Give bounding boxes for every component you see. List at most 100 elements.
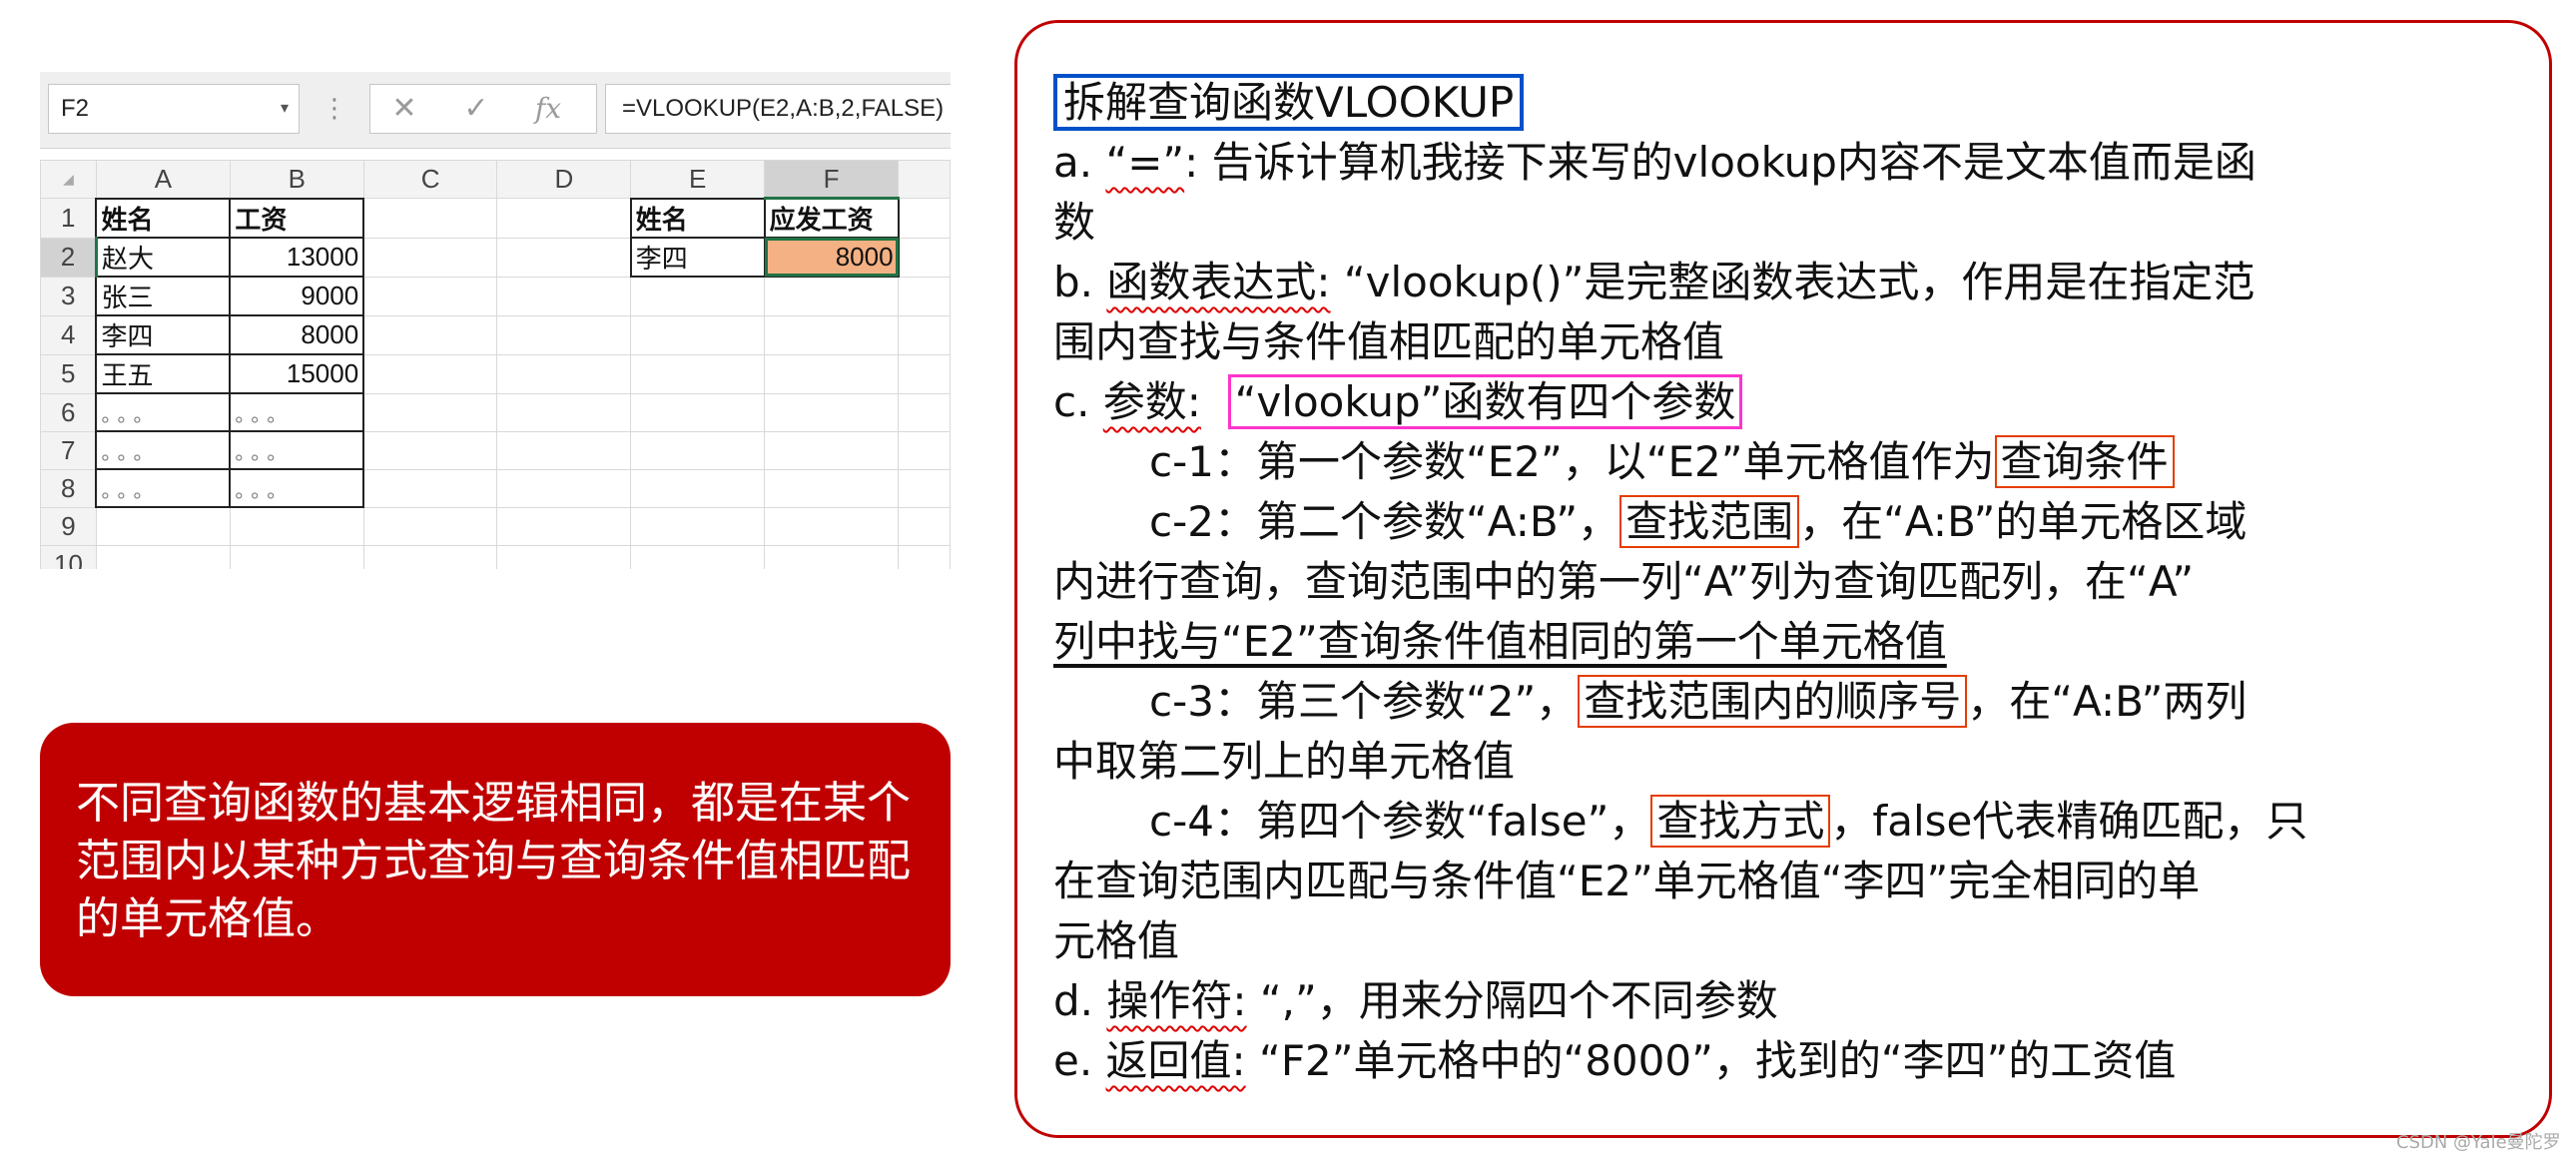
cell-d6[interactable] bbox=[496, 392, 632, 432]
cell-e10[interactable] bbox=[630, 544, 766, 569]
insert-function-icon[interactable]: fx bbox=[518, 85, 578, 133]
cell-f8[interactable] bbox=[764, 468, 900, 508]
cell-d7[interactable] bbox=[496, 430, 632, 470]
column-header-d[interactable]: D bbox=[496, 160, 632, 199]
cell-g10[interactable] bbox=[898, 544, 951, 569]
cell-a4[interactable]: 李四 bbox=[95, 314, 232, 355]
cell-f10[interactable] bbox=[764, 544, 900, 569]
cell-f9[interactable] bbox=[764, 506, 900, 546]
cell-e3[interactable] bbox=[630, 276, 766, 316]
cell-g5[interactable] bbox=[898, 353, 951, 394]
cell-a7[interactable]: 。。。 bbox=[95, 430, 232, 470]
item-d-text: “,”，用来分隔四个不同参数 bbox=[1246, 976, 1778, 1025]
cell-b3[interactable]: 9000 bbox=[229, 276, 365, 316]
cell-b5[interactable]: 15000 bbox=[229, 353, 365, 394]
cell-b6[interactable]: 。。。 bbox=[229, 392, 365, 432]
cell-c9[interactable] bbox=[362, 506, 498, 546]
cell-e2[interactable]: 李四 bbox=[629, 237, 766, 278]
cell-c10[interactable] bbox=[362, 544, 498, 569]
cell-f2-active[interactable]: 8000 bbox=[763, 237, 900, 278]
column-header-e[interactable]: E bbox=[630, 160, 766, 199]
chevron-down-icon[interactable]: ▾ bbox=[281, 85, 289, 133]
cell-g7[interactable] bbox=[898, 430, 951, 470]
cell-c8[interactable] bbox=[362, 468, 498, 508]
item-c1: c-1：第一个参数“E2”，以“E2”单元格值作为 查询条件 bbox=[1053, 432, 2531, 492]
row-header-10[interactable]: 10 bbox=[40, 544, 97, 569]
cell-a1[interactable]: 姓名 bbox=[95, 197, 232, 239]
name-box[interactable]: F2 ▾ bbox=[48, 84, 300, 134]
cell-e9[interactable] bbox=[630, 506, 766, 546]
formula-input[interactable]: =VLOOKUP(E2,A:B,2,FALSE) bbox=[605, 84, 951, 134]
cell-f1[interactable]: 应发工资 bbox=[763, 197, 900, 239]
cell-g3[interactable] bbox=[898, 276, 951, 316]
summary-callout: 不同查询函数的基本逻辑相同，都是在某个范围内以某种方式查询与查询条件值相匹配的单… bbox=[40, 723, 951, 996]
cell-c1[interactable] bbox=[362, 198, 498, 239]
cell-a5[interactable]: 王五 bbox=[95, 353, 232, 394]
cell-g9[interactable] bbox=[898, 506, 951, 546]
cell-g8[interactable] bbox=[898, 468, 951, 508]
row-header-7[interactable]: 7 bbox=[40, 430, 97, 470]
cell-a9[interactable] bbox=[95, 506, 231, 546]
cell-b10[interactable] bbox=[229, 544, 364, 569]
cell-d1[interactable] bbox=[496, 198, 632, 239]
row-header-1[interactable]: 1 bbox=[40, 198, 97, 239]
column-header-c[interactable]: C bbox=[362, 160, 498, 199]
cell-d3[interactable] bbox=[496, 276, 632, 316]
cell-f3[interactable] bbox=[764, 276, 900, 316]
cell-a2[interactable]: 赵大 bbox=[95, 237, 232, 278]
cell-e8[interactable] bbox=[630, 468, 766, 508]
cell-d5[interactable] bbox=[496, 353, 632, 394]
cell-b2[interactable]: 13000 bbox=[229, 237, 365, 278]
row-header-2[interactable]: 2 bbox=[40, 237, 98, 278]
cell-e7[interactable] bbox=[630, 430, 766, 470]
item-c4: c-4：第四个参数“false”， 查找方式 ，false代表精确匹配，只 bbox=[1053, 792, 2531, 852]
row-header-3[interactable]: 3 bbox=[40, 276, 97, 316]
cell-d8[interactable] bbox=[496, 468, 632, 508]
cell-b4[interactable]: 8000 bbox=[229, 314, 365, 355]
cell-g2[interactable] bbox=[898, 237, 951, 278]
cell-e1[interactable]: 姓名 bbox=[629, 197, 766, 239]
row-header-6[interactable]: 6 bbox=[40, 392, 97, 432]
row-header-8[interactable]: 8 bbox=[40, 468, 97, 508]
cell-g1[interactable] bbox=[898, 198, 951, 239]
cell-d4[interactable] bbox=[496, 314, 632, 355]
cell-e4[interactable] bbox=[630, 314, 766, 355]
cell-f5[interactable] bbox=[764, 353, 900, 394]
item-b-text: “vlookup()”是完整函数表达式，作用是在指定范 bbox=[1330, 258, 2255, 306]
cancel-icon[interactable]: ✕ bbox=[374, 85, 434, 133]
cell-c2[interactable] bbox=[362, 237, 498, 278]
item-c4-text-post: ，false代表精确匹配，只 bbox=[1830, 797, 2308, 846]
column-header-f[interactable]: F bbox=[764, 160, 900, 200]
column-header-a[interactable]: A bbox=[95, 160, 231, 199]
cell-e6[interactable] bbox=[630, 392, 766, 432]
cell-a6[interactable]: 。。。 bbox=[95, 392, 232, 432]
cell-c4[interactable] bbox=[362, 314, 498, 355]
cell-b8[interactable]: 。。。 bbox=[229, 468, 365, 508]
cell-f4[interactable] bbox=[764, 314, 900, 355]
cell-f6[interactable] bbox=[764, 392, 900, 432]
cell-d2[interactable] bbox=[496, 237, 632, 278]
cell-a10[interactable] bbox=[95, 544, 231, 569]
select-all-corner[interactable]: ◢ bbox=[40, 160, 97, 199]
cell-d9[interactable] bbox=[496, 506, 632, 546]
cell-b9[interactable] bbox=[229, 506, 364, 546]
row-header-4[interactable]: 4 bbox=[40, 314, 97, 355]
cell-e5[interactable] bbox=[630, 353, 766, 394]
cell-f7[interactable] bbox=[764, 430, 900, 470]
cell-g4[interactable] bbox=[898, 314, 951, 355]
cell-b1[interactable]: 工资 bbox=[229, 197, 365, 239]
cell-c6[interactable] bbox=[362, 392, 498, 432]
column-header-extra[interactable] bbox=[898, 160, 951, 199]
row-header-9[interactable]: 9 bbox=[40, 506, 97, 546]
cell-a8[interactable]: 。。。 bbox=[95, 468, 232, 508]
cell-a3[interactable]: 张三 bbox=[95, 276, 232, 316]
cell-b7[interactable]: 。。。 bbox=[229, 430, 365, 470]
cell-d10[interactable] bbox=[496, 544, 632, 569]
cell-g6[interactable] bbox=[898, 392, 951, 432]
cell-c7[interactable] bbox=[362, 430, 498, 470]
enter-check-icon[interactable]: ✓ bbox=[446, 85, 506, 133]
cell-c3[interactable] bbox=[362, 276, 498, 316]
column-header-b[interactable]: B bbox=[229, 160, 364, 199]
cell-c5[interactable] bbox=[362, 353, 498, 394]
row-header-5[interactable]: 5 bbox=[40, 353, 97, 394]
